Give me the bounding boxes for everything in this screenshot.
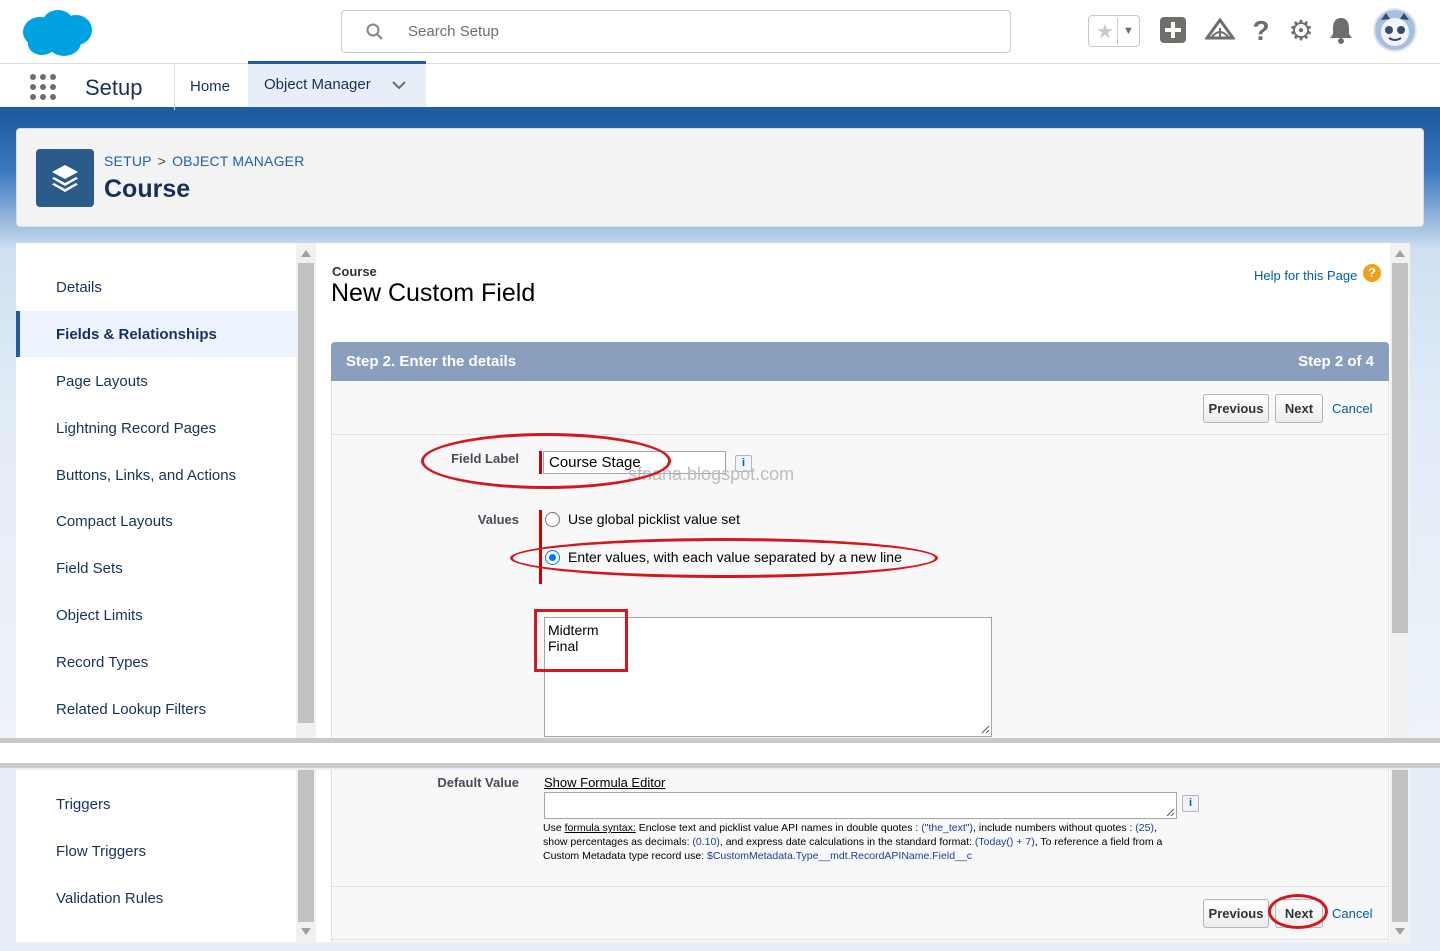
- next-button-top[interactable]: Next: [1275, 394, 1323, 423]
- app-nav-bar: Setup Home Object Manager: [0, 61, 1440, 110]
- sidebar-item-validation-rules[interactable]: Validation Rules: [56, 890, 163, 907]
- formula-help-text: Use formula syntax: Enclose text and pic…: [543, 822, 1163, 862]
- object-header: [16, 128, 1424, 227]
- search-input[interactable]: Search Setup: [341, 10, 1011, 53]
- main-scrollbar-thumb[interactable]: [1392, 770, 1408, 922]
- search-placeholder: Search Setup: [408, 23, 499, 40]
- chevron-down-icon[interactable]: ▼: [1117, 18, 1139, 44]
- page-object-name: Course: [332, 264, 377, 279]
- sidebar-item-details[interactable]: Details: [56, 279, 102, 296]
- cancel-link-bottom[interactable]: Cancel: [1332, 906, 1372, 921]
- main-scrollbar[interactable]: [1390, 243, 1410, 738]
- step-title: Step 2. Enter the details: [346, 353, 517, 370]
- resize-handle-icon[interactable]: [1165, 807, 1175, 817]
- sidebar-scrollbar-thumb[interactable]: [298, 770, 314, 922]
- values-label: Values: [477, 512, 519, 527]
- sidebar-item-fields-relationships[interactable]: Fields & Relationships: [56, 326, 217, 343]
- radio-global-picklist-label: Use global picklist value set: [568, 511, 740, 527]
- add-icon[interactable]: [1158, 16, 1188, 46]
- sidebar-item-compact-layouts[interactable]: Compact Layouts: [56, 513, 173, 530]
- sidebar-scrollbar[interactable]: [296, 243, 316, 738]
- help-link[interactable]: Help for this Page: [1254, 268, 1357, 283]
- object-title: Course: [104, 175, 191, 203]
- star-icon[interactable]: ★: [1093, 19, 1117, 44]
- breadcrumb-separator: >: [157, 153, 167, 169]
- default-value-label: Default Value: [437, 775, 519, 790]
- screenshot-divider: [0, 738, 1440, 768]
- step-count: Step 2 of 4: [1298, 353, 1374, 370]
- help-icon[interactable]: ?: [1246, 16, 1276, 46]
- info-icon[interactable]: i: [1182, 795, 1199, 812]
- tab-object-manager[interactable]: Object Manager: [248, 61, 426, 107]
- default-value-input[interactable]: [544, 792, 1177, 819]
- formula-syntax-link[interactable]: formula syntax:: [565, 822, 636, 834]
- help-icon[interactable]: ?: [1363, 264, 1381, 282]
- annotation-ellipse-field-label: [421, 433, 671, 489]
- breadcrumb-object-manager[interactable]: OBJECT MANAGER: [172, 153, 304, 169]
- scroll-down-icon[interactable]: [301, 928, 311, 935]
- sidebar-item-triggers[interactable]: Triggers: [56, 796, 110, 813]
- sidebar-item-buttons-links-actions[interactable]: Buttons, Links, and Actions: [56, 467, 236, 484]
- annotation-box-picklist-values: [534, 609, 628, 672]
- sidebar-scrollbar-thumb[interactable]: [298, 263, 314, 723]
- favorites-button[interactable]: ★ ▼: [1088, 15, 1140, 47]
- annotation-ellipse-enter-values: [510, 538, 938, 578]
- trailhead-icon[interactable]: [1204, 16, 1236, 46]
- resize-handle-icon[interactable]: [980, 724, 990, 734]
- sidebar-item-lightning-record-pages[interactable]: Lightning Record Pages: [56, 420, 216, 437]
- previous-button-top[interactable]: Previous: [1203, 394, 1269, 423]
- search-icon: [366, 23, 384, 46]
- scroll-up-icon[interactable]: [301, 250, 311, 257]
- breadcrumb-setup[interactable]: SETUP: [104, 153, 152, 169]
- nav-divider: [174, 64, 175, 110]
- sidebar-item-flow-triggers[interactable]: Flow Triggers: [56, 843, 146, 860]
- app-launcher-icon[interactable]: [30, 74, 56, 100]
- main-scrollbar-thumb[interactable]: [1392, 263, 1408, 633]
- scroll-down-icon[interactable]: [1395, 928, 1405, 935]
- radio-global-picklist[interactable]: [545, 512, 560, 527]
- main-scrollbar-lower[interactable]: [1390, 770, 1410, 942]
- previous-button-bottom[interactable]: Previous: [1203, 899, 1269, 928]
- page-title: New Custom Field: [331, 279, 536, 307]
- show-formula-editor-link[interactable]: Show Formula Editor: [544, 775, 665, 790]
- step-header: Step 2. Enter the details Step 2 of 4: [331, 342, 1389, 381]
- salesforce-logo[interactable]: [18, 8, 94, 58]
- cancel-link-top[interactable]: Cancel: [1332, 401, 1372, 416]
- scroll-up-icon[interactable]: [1395, 250, 1405, 257]
- avatar[interactable]: [1373, 8, 1417, 52]
- global-header: Search Setup ★ ▼ ? ⚙: [0, 0, 1440, 64]
- sidebar-item-record-types[interactable]: Record Types: [56, 654, 148, 671]
- tab-home[interactable]: Home: [190, 78, 230, 95]
- sidebar-item-page-layouts[interactable]: Page Layouts: [56, 373, 148, 390]
- chevron-down-icon[interactable]: [390, 76, 408, 94]
- bell-icon[interactable]: [1326, 16, 1356, 46]
- gear-icon[interactable]: ⚙: [1286, 16, 1316, 46]
- layers-icon: [36, 149, 94, 207]
- sidebar-item-object-limits[interactable]: Object Limits: [56, 607, 143, 624]
- sidebar-item-related-lookup-filters[interactable]: Related Lookup Filters: [56, 701, 206, 718]
- sidebar-item-field-sets[interactable]: Field Sets: [56, 560, 123, 577]
- breadcrumb: SETUP > OBJECT MANAGER: [104, 153, 305, 169]
- annotation-ellipse-next-button: [1268, 894, 1328, 929]
- tab-object-manager-label: Object Manager: [264, 76, 371, 93]
- sidebar-scrollbar-lower[interactable]: [296, 770, 316, 942]
- app-title: Setup: [85, 75, 143, 100]
